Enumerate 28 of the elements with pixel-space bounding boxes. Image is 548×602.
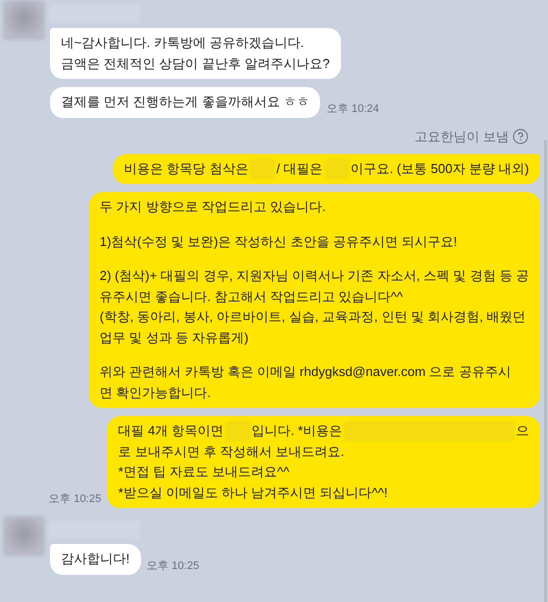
message-text: 결제를 먼저 진행하는게 좋을까해서요 ㅎㅎ: [61, 93, 310, 111]
message-text: 위와 관련해서 카톡방 혹은 이메일 rhdygksd@naver.com 으로 공유주시: [100, 363, 511, 381]
message-text: 면 확인가능합니다.: [100, 384, 211, 402]
avatar[interactable]: [3, 516, 45, 556]
sender-note: 고요한님이 보냄: [414, 128, 509, 146]
message-text: 대필 4개 항목이면: [118, 422, 224, 440]
message-text: 비용은 항목당 첨삭은: [124, 160, 248, 178]
message-text: 감사합니다!: [61, 550, 130, 568]
message-text: 두 가지 방향으로 작업드리고 있습니다.: [100, 198, 326, 216]
message-text: 이구요. (보통 500자 분량 내외): [350, 160, 529, 178]
message-text: 로 보내주시면 후 작성해서 보내드려요.: [118, 442, 344, 460]
message-text: 금액은 전체적인 상담이 끝난후 알려주시나요?: [61, 54, 330, 72]
message-text: 1)첨삭(수정 및 보완)은 작성하신 초안을 공유주시면 되시구요!: [100, 232, 458, 251]
message-text: 으: [516, 422, 529, 440]
message-text: 업무 및 성과 등 자유롭게): [100, 328, 248, 347]
message-text: *받으실 이메일도 하나 남겨주시면 되십니다^^!: [118, 484, 388, 502]
message-text: 입니다. *비용은: [252, 422, 342, 440]
message-text: 2) (첨삭)+ 대필의 경우, 지원자님 이력서나 기존 자소서, 스펙 및 경험 등 공: [100, 267, 529, 285]
message-text: *면접 팁 자료도 보내드려요^^: [118, 463, 290, 481]
message-text: (학창, 동아리, 봉사, 아르바이트, 실습, 교육과정, 인턴 및 회사경험, 배웠던: [100, 308, 526, 326]
message-time: 오후 10:25: [146, 558, 200, 574]
message-text: 네~감사합니다. 카톡방에 공유하겠습니다.: [61, 34, 304, 52]
message-text: 유주시면 좋습니다. 참고해서 작업드리고 있습니다^^: [100, 288, 403, 306]
message-text: / 대필은: [276, 160, 323, 178]
message-time: 오후 10:24: [326, 102, 380, 116]
help-icon[interactable]: [513, 129, 528, 144]
avatar[interactable]: [3, 0, 45, 40]
message-time: 오후 10:25: [48, 492, 102, 507]
